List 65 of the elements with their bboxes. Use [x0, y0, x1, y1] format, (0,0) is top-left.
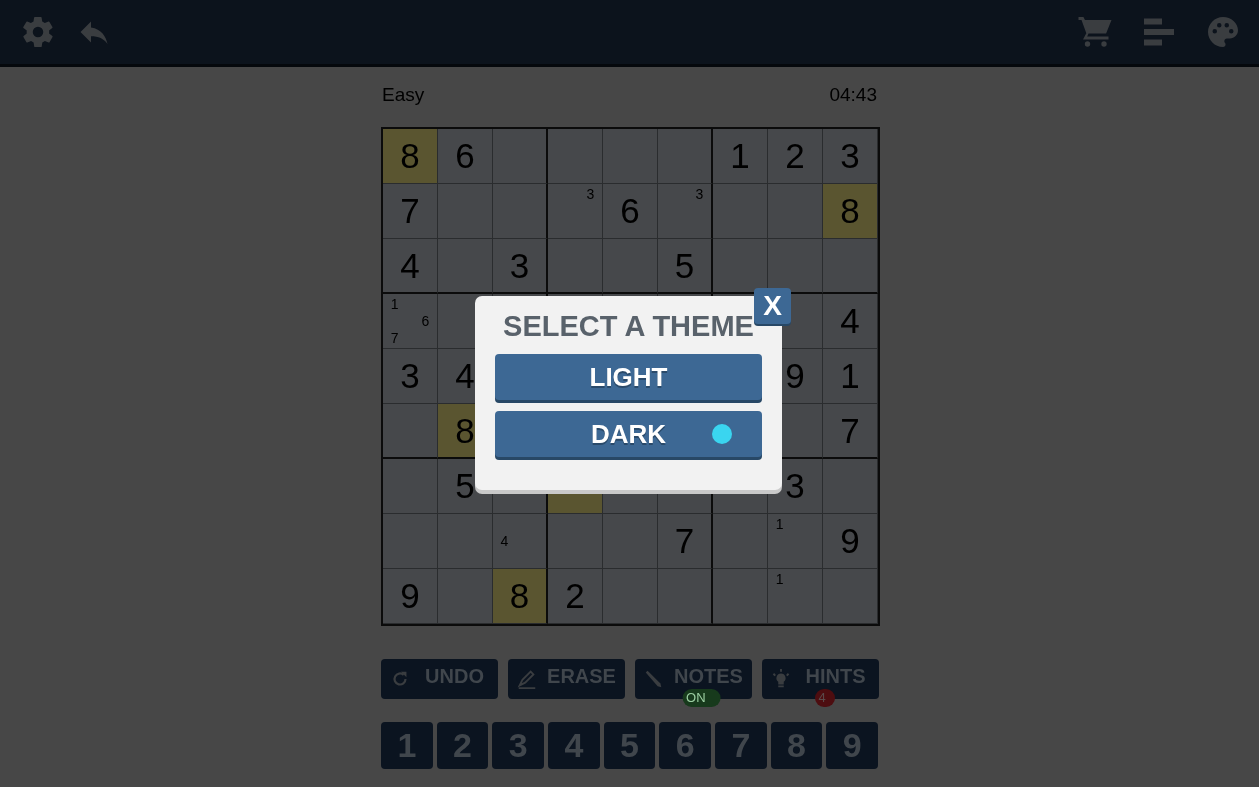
- difficulty-label: Easy: [382, 84, 425, 107]
- grid-cell[interactable]: [823, 569, 878, 624]
- grid-cell[interactable]: 9: [823, 514, 878, 569]
- grid-cell[interactable]: 1: [823, 349, 878, 404]
- grid-cell[interactable]: 9: [383, 569, 438, 624]
- tool-badge: ON: [682, 689, 721, 707]
- grid-cell[interactable]: [548, 514, 603, 569]
- grid-cell[interactable]: [713, 514, 768, 569]
- theme-button[interactable]: LIGHT: [495, 354, 762, 400]
- grid-cell[interactable]: [548, 239, 603, 294]
- grid-cell[interactable]: [658, 569, 713, 624]
- palette-icon[interactable]: [1205, 14, 1241, 50]
- grid-cell[interactable]: 4: [493, 514, 548, 569]
- grid-cell[interactable]: [713, 239, 768, 294]
- theme-button[interactable]: DARK: [495, 411, 762, 457]
- grid-cell[interactable]: [383, 459, 438, 514]
- dialog-title: SELECT A THEME: [502, 310, 755, 343]
- grid-cell[interactable]: 3: [823, 129, 878, 184]
- grid-cell[interactable]: 7: [823, 404, 878, 459]
- grid-cell[interactable]: 1 6 7: [383, 294, 438, 349]
- grid-cell[interactable]: 1: [768, 569, 823, 624]
- grid-cell[interactable]: 2: [768, 129, 823, 184]
- grid-cell[interactable]: [823, 239, 878, 294]
- cart-icon[interactable]: [1077, 14, 1113, 50]
- grid-cell[interactable]: 6: [603, 184, 658, 239]
- grid-cell[interactable]: [713, 569, 768, 624]
- close-button[interactable]: X: [754, 288, 791, 324]
- grid-cell[interactable]: 1: [713, 129, 768, 184]
- grid-cell[interactable]: 4: [823, 294, 878, 349]
- grid-cell[interactable]: [603, 239, 658, 294]
- grid-cell[interactable]: [438, 184, 493, 239]
- grid-cell[interactable]: 3: [548, 184, 603, 239]
- grid-cell[interactable]: [768, 184, 823, 239]
- grid-cell[interactable]: [383, 514, 438, 569]
- grid-cell[interactable]: [438, 514, 493, 569]
- grid-cell[interactable]: 7: [658, 514, 713, 569]
- grid-cell[interactable]: 8: [493, 569, 548, 624]
- grid-cell[interactable]: 6: [438, 129, 493, 184]
- grid-cell[interactable]: [438, 569, 493, 624]
- grid-cell[interactable]: [548, 129, 603, 184]
- grid-cell[interactable]: 8: [823, 184, 878, 239]
- grid-cell[interactable]: [493, 184, 548, 239]
- grid-cell[interactable]: [713, 184, 768, 239]
- grid-cell[interactable]: 3: [493, 239, 548, 294]
- grid-cell[interactable]: 7: [383, 184, 438, 239]
- grid-cell[interactable]: 3: [383, 349, 438, 404]
- grid-cell[interactable]: 4: [383, 239, 438, 294]
- grid-cell[interactable]: [658, 129, 713, 184]
- lightbulb-icon: [770, 668, 792, 690]
- pencil-icon: [516, 668, 538, 690]
- grid-cell[interactable]: [603, 569, 658, 624]
- grid-cell[interactable]: 2: [548, 569, 603, 624]
- grid-cell[interactable]: 5: [658, 239, 713, 294]
- grid-cell[interactable]: [603, 514, 658, 569]
- grid-cell[interactable]: [383, 404, 438, 459]
- grid-cell[interactable]: [438, 239, 493, 294]
- timer: 04:43: [829, 84, 877, 107]
- grid-cell[interactable]: [768, 239, 823, 294]
- grid-cell[interactable]: 3: [658, 184, 713, 239]
- grid-cell[interactable]: 8: [383, 129, 438, 184]
- settings-icon[interactable]: [20, 14, 56, 50]
- grid-cell[interactable]: 1: [768, 514, 823, 569]
- grid-cell[interactable]: [603, 129, 658, 184]
- grid-cell[interactable]: [823, 459, 878, 514]
- grid-cell[interactable]: [493, 129, 548, 184]
